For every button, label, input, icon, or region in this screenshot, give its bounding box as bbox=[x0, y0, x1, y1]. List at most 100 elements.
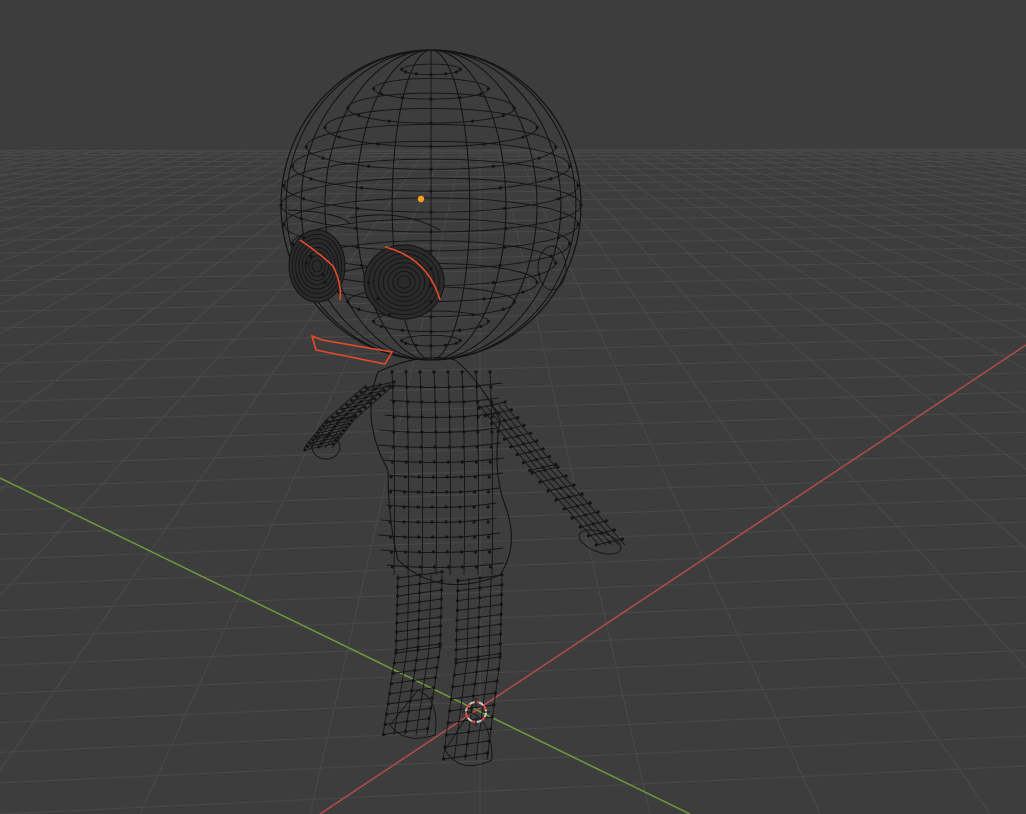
mesh-limbs[interactable] bbox=[303, 381, 626, 767]
mesh-vertex[interactable] bbox=[477, 596, 482, 600]
mesh-vertex[interactable] bbox=[438, 645, 442, 649]
mesh-vertex[interactable] bbox=[417, 600, 421, 604]
mesh-vertex[interactable] bbox=[575, 504, 579, 508]
mesh-vertex[interactable] bbox=[391, 385, 395, 389]
mesh-vertex[interactable] bbox=[570, 516, 574, 520]
mesh-vertex[interactable] bbox=[336, 435, 340, 439]
mesh-vertex[interactable] bbox=[498, 655, 502, 659]
mesh-vertex[interactable] bbox=[392, 415, 396, 419]
mesh-vertex[interactable] bbox=[429, 344, 433, 348]
mesh-vertex[interactable] bbox=[486, 319, 491, 323]
mesh-vertex[interactable] bbox=[458, 505, 462, 509]
mesh-vertex[interactable] bbox=[355, 206, 360, 211]
mesh-vertex[interactable] bbox=[458, 96, 462, 100]
character-mesh[interactable] bbox=[279, 49, 626, 767]
mesh-vertex[interactable] bbox=[416, 627, 421, 631]
mesh-vertex[interactable] bbox=[371, 87, 376, 91]
mesh-vertex[interactable] bbox=[396, 585, 400, 589]
mesh-vertex[interactable] bbox=[400, 96, 404, 100]
mesh-vertex[interactable] bbox=[381, 733, 386, 737]
mesh-vertex[interactable] bbox=[472, 520, 476, 524]
mesh-vertex[interactable] bbox=[290, 242, 295, 246]
mesh-eyes[interactable] bbox=[287, 209, 445, 320]
mesh-vertex[interactable] bbox=[430, 696, 434, 700]
mesh-vertex[interactable] bbox=[392, 661, 397, 665]
mesh-vertex[interactable] bbox=[432, 460, 436, 464]
mesh-vertex[interactable] bbox=[474, 460, 478, 464]
3d-viewport[interactable] bbox=[0, 0, 1026, 814]
mesh-vertex[interactable] bbox=[400, 67, 404, 71]
mesh-vertex[interactable] bbox=[460, 565, 465, 569]
mesh-vertex[interactable] bbox=[403, 550, 408, 554]
mesh-vertex[interactable] bbox=[454, 661, 458, 665]
mesh-vertex[interactable] bbox=[301, 236, 306, 240]
mesh-vertex[interactable] bbox=[487, 550, 492, 554]
mesh-vertex[interactable] bbox=[479, 324, 483, 329]
mesh-vertex[interactable] bbox=[418, 370, 422, 374]
mesh-vertex[interactable] bbox=[495, 679, 499, 683]
mesh-vertex[interactable] bbox=[489, 385, 493, 389]
mesh-vertex[interactable] bbox=[438, 633, 442, 637]
mesh-vertex[interactable] bbox=[579, 203, 583, 207]
mesh-vertex[interactable] bbox=[449, 697, 453, 701]
mesh-vertex[interactable] bbox=[461, 385, 465, 389]
mesh-vertex[interactable] bbox=[459, 475, 463, 479]
mesh-vertex[interactable] bbox=[521, 461, 526, 465]
mesh-vertex[interactable] bbox=[535, 280, 539, 285]
mesh-vertex[interactable] bbox=[394, 648, 398, 652]
mesh-vertex[interactable] bbox=[551, 477, 555, 481]
mesh-vertex[interactable] bbox=[429, 267, 433, 271]
mesh-vertex[interactable] bbox=[382, 388, 386, 392]
mesh-vertex[interactable] bbox=[447, 445, 451, 449]
mesh-vertex[interactable] bbox=[309, 177, 313, 181]
mesh-vertex[interactable] bbox=[446, 721, 450, 725]
mesh-vertex[interactable] bbox=[400, 328, 404, 332]
mesh-vertex[interactable] bbox=[387, 119, 391, 123]
mesh-vertex[interactable] bbox=[333, 425, 337, 429]
mesh-vertex[interactable] bbox=[458, 520, 462, 524]
mesh-vertex[interactable] bbox=[476, 635, 481, 639]
mesh-vertex[interactable] bbox=[317, 445, 321, 449]
mesh-vertex[interactable] bbox=[279, 203, 283, 207]
mesh-vertex[interactable] bbox=[420, 430, 424, 434]
mesh-vertex[interactable] bbox=[477, 406, 481, 410]
mesh-vertex[interactable] bbox=[474, 670, 479, 674]
mesh-vertex[interactable] bbox=[404, 370, 408, 374]
mesh-vertex[interactable] bbox=[394, 630, 399, 634]
mesh-vertex[interactable] bbox=[383, 722, 387, 727]
mesh-vertex[interactable] bbox=[596, 510, 600, 514]
mesh-vertex[interactable] bbox=[443, 745, 447, 749]
mesh-vertex[interactable] bbox=[339, 432, 343, 436]
mesh-vertex[interactable] bbox=[321, 272, 325, 276]
mesh-vertex[interactable] bbox=[290, 164, 295, 168]
mesh-vertex[interactable] bbox=[509, 445, 513, 449]
mesh-vertex[interactable] bbox=[379, 324, 383, 329]
mesh-vertex[interactable] bbox=[322, 438, 326, 442]
mesh-vertex[interactable] bbox=[483, 414, 487, 418]
mesh-vertex[interactable] bbox=[324, 421, 328, 425]
mesh-vertex[interactable] bbox=[330, 415, 334, 419]
mesh-vertex[interactable] bbox=[346, 300, 350, 304]
mesh-vertex[interactable] bbox=[549, 177, 553, 181]
mesh-vertex[interactable] bbox=[509, 408, 513, 412]
mesh-vertex[interactable] bbox=[388, 505, 392, 509]
mesh-vertex[interactable] bbox=[403, 730, 408, 734]
mesh-vertex[interactable] bbox=[435, 665, 439, 670]
mesh-vertex[interactable] bbox=[411, 679, 415, 683]
mesh-vertex[interactable] bbox=[486, 490, 491, 494]
mesh-vertex[interactable] bbox=[500, 573, 504, 577]
mesh-vertex[interactable] bbox=[496, 411, 500, 415]
mesh-vertex[interactable] bbox=[472, 490, 477, 494]
mesh-vertex[interactable] bbox=[476, 645, 480, 649]
mesh-vertex[interactable] bbox=[359, 400, 363, 404]
mesh-vertex[interactable] bbox=[490, 415, 494, 419]
mesh-vertex[interactable] bbox=[379, 92, 383, 96]
mesh-vertex[interactable] bbox=[445, 733, 449, 737]
mesh-vertex[interactable] bbox=[448, 430, 452, 434]
mesh-vertex[interactable] bbox=[516, 416, 520, 420]
mesh-vertex[interactable] bbox=[417, 475, 421, 479]
mesh-vertex[interactable] bbox=[436, 655, 441, 659]
mesh-vertex[interactable] bbox=[337, 135, 341, 139]
mesh-vertex[interactable] bbox=[576, 184, 580, 188]
mesh-vertex[interactable] bbox=[389, 475, 393, 479]
